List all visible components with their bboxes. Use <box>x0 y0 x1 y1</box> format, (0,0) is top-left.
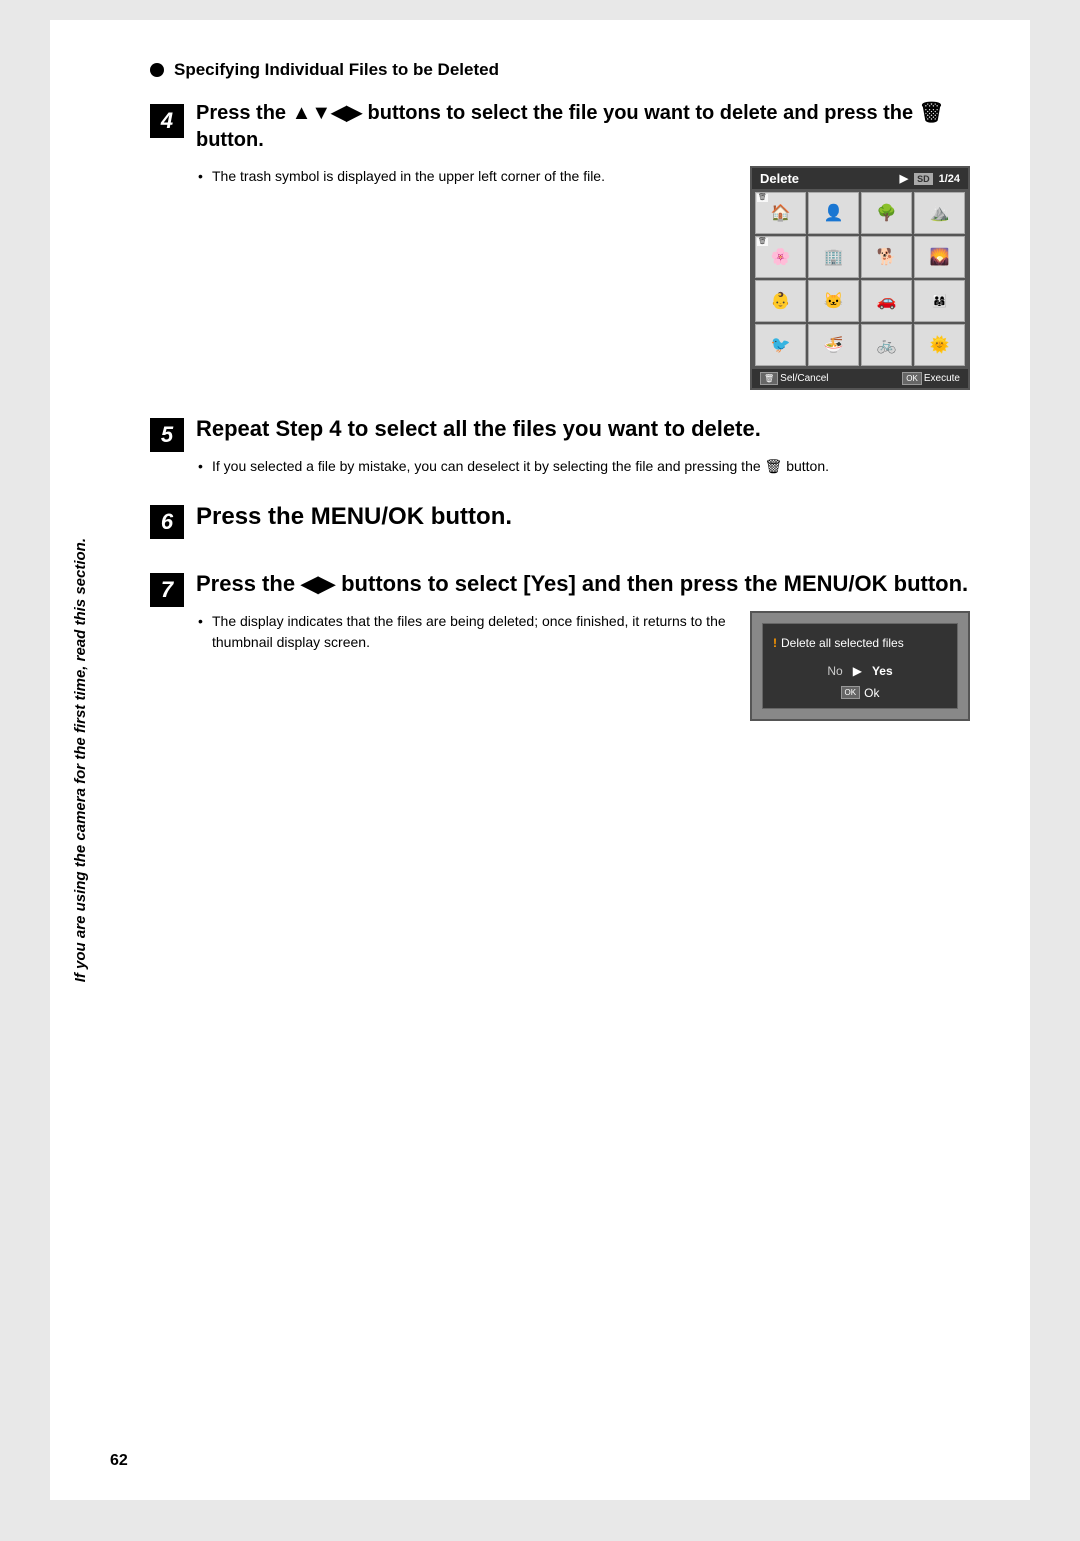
play-icon: ▶ <box>900 172 908 185</box>
exclaim-icon: ! <box>773 636 777 650</box>
confirm-dialog: ! Delete all selected files No ▶ Yes OK … <box>762 623 958 709</box>
step-4-title: Press the ▲▼◀▶ buttons to select the fil… <box>196 100 970 154</box>
sel-cancel-label: Sel/Cancel <box>780 373 828 384</box>
page: If you are using the camera for the firs… <box>50 20 1030 1500</box>
step-6: 6 Press the MENU/OK button. <box>150 501 970 545</box>
confirm-options: No ▶ Yes <box>773 664 947 678</box>
bullet-icon <box>150 63 164 77</box>
sel-cancel-btn: 🗑 Sel/Cancel <box>760 372 829 385</box>
step-5-number: 5 <box>150 418 184 452</box>
thumb-3 <box>861 192 912 234</box>
step-7-bullet: The display indicates that the files are… <box>196 611 730 653</box>
camera-footer: 🗑 Sel/Cancel OK Execute <box>752 369 968 388</box>
execute-btn: OK Execute <box>902 372 960 385</box>
camera-header: Delete ▶ SD 1/24 <box>752 168 968 189</box>
step-5-title: Repeat Step 4 to select all the files yo… <box>196 414 970 444</box>
thumb-6 <box>808 236 859 278</box>
thumb-10 <box>808 280 859 322</box>
step-4-number: 4 <box>150 104 184 138</box>
thumb-2 <box>808 192 859 234</box>
camera-header-icons: ▶ SD 1/24 <box>900 172 960 185</box>
thumb-15 <box>861 324 912 366</box>
confirm-no[interactable]: No <box>827 664 842 678</box>
thumb-14 <box>808 324 859 366</box>
thumb-16 <box>914 324 965 366</box>
step-7-title: Press the ◀▶ buttons to select [Yes] and… <box>196 569 970 599</box>
sidebar: If you are using the camera for the firs… <box>50 20 110 1500</box>
delete-screen: Delete ▶ SD 1/24 🗑 🗑 <box>750 166 970 390</box>
step-4-content: Press the ▲▼◀▶ buttons to select the fil… <box>196 100 970 390</box>
trash-marker-1: 🗑 <box>757 194 768 202</box>
thumb-7 <box>861 236 912 278</box>
section-heading-text: Specifying Individual Files to be Delete… <box>174 60 499 80</box>
delete-label: Delete <box>760 171 799 186</box>
step-4: 4 Press the ▲▼◀▶ buttons to select the f… <box>150 100 970 390</box>
thumb-12 <box>914 280 965 322</box>
confirm-arrow-icon: ▶ <box>853 664 862 678</box>
confirm-title: ! Delete all selected files <box>773 636 947 650</box>
trash-btn-icon: 🗑 <box>760 372 778 385</box>
thumb-9 <box>755 280 806 322</box>
step-5-bullet: If you selected a file by mistake, you c… <box>196 456 970 477</box>
step-5: 5 Repeat Step 4 to select all the files … <box>150 414 970 477</box>
sidebar-label: If you are using the camera for the firs… <box>72 538 89 982</box>
step-5-content: Repeat Step 4 to select all the files yo… <box>196 414 970 477</box>
confirm-screen: ! Delete all selected files No ▶ Yes OK … <box>750 611 970 721</box>
ok-label[interactable]: Ok <box>864 686 879 700</box>
thumb-4 <box>914 192 965 234</box>
execute-label: Execute <box>924 373 960 384</box>
thumb-5: 🗑 <box>755 236 806 278</box>
ok-icon: OK <box>902 372 922 385</box>
thumb-1: 🗑 <box>755 192 806 234</box>
thumbnail-grid: 🗑 🗑 <box>752 189 968 369</box>
trash-marker-5: 🗑 <box>757 238 768 246</box>
thumb-8 <box>914 236 965 278</box>
step-6-number: 6 <box>150 505 184 539</box>
step-7: 7 Press the ◀▶ buttons to select [Yes] a… <box>150 569 970 721</box>
step-6-content: Press the MENU/OK button. <box>196 501 970 545</box>
step-7-content: Press the ◀▶ buttons to select [Yes] and… <box>196 569 970 721</box>
step-7-number: 7 <box>150 573 184 607</box>
confirm-ok-row: OK Ok <box>773 686 947 700</box>
thumb-13 <box>755 324 806 366</box>
step-6-title: Press the MENU/OK button. <box>196 501 970 533</box>
thumb-11 <box>861 280 912 322</box>
confirm-title-text: Delete all selected files <box>781 636 904 650</box>
page-number: 62 <box>110 1452 128 1470</box>
sd-icon: SD <box>914 173 933 185</box>
section-heading: Specifying Individual Files to be Delete… <box>150 60 970 80</box>
page-indicator: 1/24 <box>939 173 960 185</box>
step-4-bullet: The trash symbol is displayed in the upp… <box>196 166 730 187</box>
ok-button-box: OK <box>841 686 861 699</box>
main-content: Specifying Individual Files to be Delete… <box>150 60 970 721</box>
confirm-yes[interactable]: Yes <box>872 664 893 678</box>
